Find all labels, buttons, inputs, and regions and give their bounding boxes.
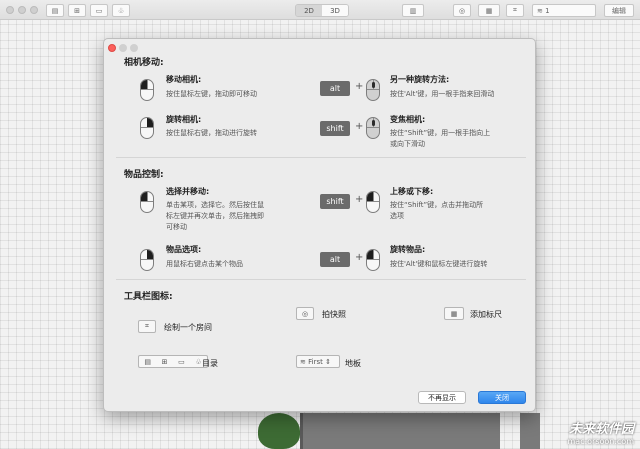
- ruler-icon[interactable]: ▦: [478, 4, 500, 17]
- grid-icon[interactable]: ⊞: [68, 4, 86, 17]
- select-move-desc-2: 标左键并再次单击，然后拖拽即: [166, 212, 264, 220]
- alt-key-icon: alt: [320, 81, 350, 96]
- draw-room-icon: ⌗: [138, 320, 156, 333]
- add-ruler-label: 添加标尺: [470, 310, 502, 319]
- layers-icon: ≋: [300, 357, 306, 366]
- view-3d-button[interactable]: 3D: [322, 5, 348, 16]
- zoom-camera-desc-2: 或向下滑动: [390, 140, 425, 148]
- window-close-dot[interactable]: [6, 6, 14, 14]
- alt-key-icon: alt: [320, 252, 350, 267]
- mouse-scroll-icon: [366, 117, 380, 139]
- layers-icon: ≋: [537, 6, 543, 15]
- select-move-desc-3: 可移动: [166, 223, 187, 231]
- layout-icon[interactable]: ▤: [46, 4, 64, 17]
- toolbar-section-title: 工具栏图标:: [124, 292, 173, 302]
- window-zoom-dot[interactable]: [30, 6, 38, 14]
- help-dialog: 相机移动: 移动相机: 按住鼠标左键，拖动即可移动 alt + 另一种旋转方法:…: [103, 38, 536, 412]
- move-updown-desc-1: 按住“Shift”键，点击并拖动所: [390, 201, 484, 209]
- plus-icon: +: [355, 121, 364, 132]
- plus-icon: +: [355, 252, 364, 263]
- stepper-icon: ⇕: [325, 357, 331, 366]
- section-divider: [116, 157, 526, 158]
- mouse-right-click-icon: [140, 249, 154, 271]
- shift-key-icon: shift: [320, 121, 350, 136]
- plus-icon: +: [355, 194, 364, 205]
- watermark-site: mac.orsoon.com: [567, 437, 634, 446]
- dialog-zoom-dot: [130, 44, 138, 52]
- mouse-right-click-icon: [140, 117, 154, 139]
- mouse-left-click-icon: [140, 191, 154, 213]
- dont-show-again-button[interactable]: 不再显示: [418, 391, 466, 404]
- alt-rotate-desc: 按住'Alt'键，用一根手指来回滑动: [390, 90, 495, 98]
- layout-icon: ▤: [144, 357, 151, 366]
- select-move-title: 选择并移动:: [166, 187, 210, 196]
- book-icon[interactable]: ▥: [402, 4, 424, 17]
- move-updown-title: 上移或下移:: [390, 187, 434, 196]
- room-object-2[interactable]: [520, 413, 540, 449]
- plus-icon: +: [355, 81, 364, 92]
- zoom-camera-title: 变焦相机:: [390, 115, 426, 124]
- select-move-desc-1: 单击某项，选择它。然后按住鼠: [166, 201, 264, 209]
- plant-object[interactable]: [258, 413, 300, 449]
- ruler-icon: ▦: [444, 307, 464, 320]
- move-camera-desc: 按住鼠标左键，拖动即可移动: [166, 90, 257, 98]
- room-object[interactable]: [300, 413, 500, 449]
- view-2d-button[interactable]: 2D: [296, 5, 322, 16]
- floor-dropdown-value: 1: [545, 6, 550, 15]
- window-minimize-dot[interactable]: [18, 6, 26, 14]
- object-section-title: 物品控制:: [124, 170, 164, 180]
- alt-rotate-title: 另一种旋转方法:: [390, 75, 450, 84]
- catalog-icons: ▤ ⊞ ▭ ♧: [138, 355, 208, 368]
- view-mode-switch[interactable]: 2D 3D: [295, 4, 349, 17]
- camera-icon: ◎: [296, 307, 314, 320]
- mouse-left-click-icon: [140, 79, 154, 101]
- tree-icon[interactable]: ♧: [112, 4, 130, 17]
- shift-key-icon: shift: [320, 194, 350, 209]
- mouse-scroll-icon: [366, 79, 380, 101]
- item-options-title: 物品选项:: [166, 245, 202, 254]
- grid-icon: ⊞: [161, 357, 168, 366]
- camera-icon[interactable]: ◎: [453, 4, 471, 17]
- app-toolbar: ▤ ⊞ ▭ ♧ 2D 3D ▥ ◎ ▦ ⌗ ≋ 1 编辑: [0, 0, 640, 20]
- move-camera-title: 移动相机:: [166, 75, 202, 84]
- move-updown-desc-2: 选项: [390, 212, 404, 220]
- dialog-close-dot[interactable]: [108, 44, 116, 52]
- item-options-desc: 用鼠标右键点击某个物品: [166, 260, 243, 268]
- rotate-item-title: 旋转物品:: [390, 245, 426, 254]
- tree-icon: ♧: [195, 357, 202, 366]
- snapshot-label: 拍快照: [322, 310, 346, 319]
- rotate-camera-desc: 按住鼠标右键，拖动进行旋转: [166, 129, 257, 137]
- watermark-logo: 未来软件园: [568, 422, 634, 437]
- catalog-label: 目录: [202, 359, 218, 368]
- furniture-icon[interactable]: ▭: [90, 4, 108, 17]
- zoom-camera-desc-1: 按住“Shift”键，用一根手指向上: [390, 129, 491, 137]
- canvas-grid[interactable]: [0, 20, 28, 449]
- rotate-item-desc: 按住'Alt'键和鼠标左键进行旋转: [390, 260, 488, 268]
- section-divider: [116, 279, 526, 280]
- floor-label: 地板: [345, 359, 361, 368]
- floor-select-value: First: [308, 357, 323, 366]
- floor-dropdown[interactable]: ≋ 1: [532, 4, 596, 17]
- furniture-icon: ▭: [178, 357, 185, 366]
- mouse-left-click-icon: [366, 249, 380, 271]
- watermark: 未来软件园 mac.orsoon.com: [568, 418, 634, 446]
- draw-room-icon[interactable]: ⌗: [506, 4, 524, 17]
- dialog-minimize-dot: [119, 44, 127, 52]
- camera-section-title: 相机移动:: [124, 58, 164, 68]
- floor-select-icon: ≋ First ⇕: [296, 355, 340, 368]
- close-button[interactable]: 关闭: [478, 391, 526, 404]
- rotate-camera-title: 旋转相机:: [166, 115, 202, 124]
- edit-button[interactable]: 编辑: [604, 4, 634, 17]
- mouse-left-click-icon: [366, 191, 380, 213]
- draw-room-label: 绘制一个房间: [164, 323, 212, 332]
